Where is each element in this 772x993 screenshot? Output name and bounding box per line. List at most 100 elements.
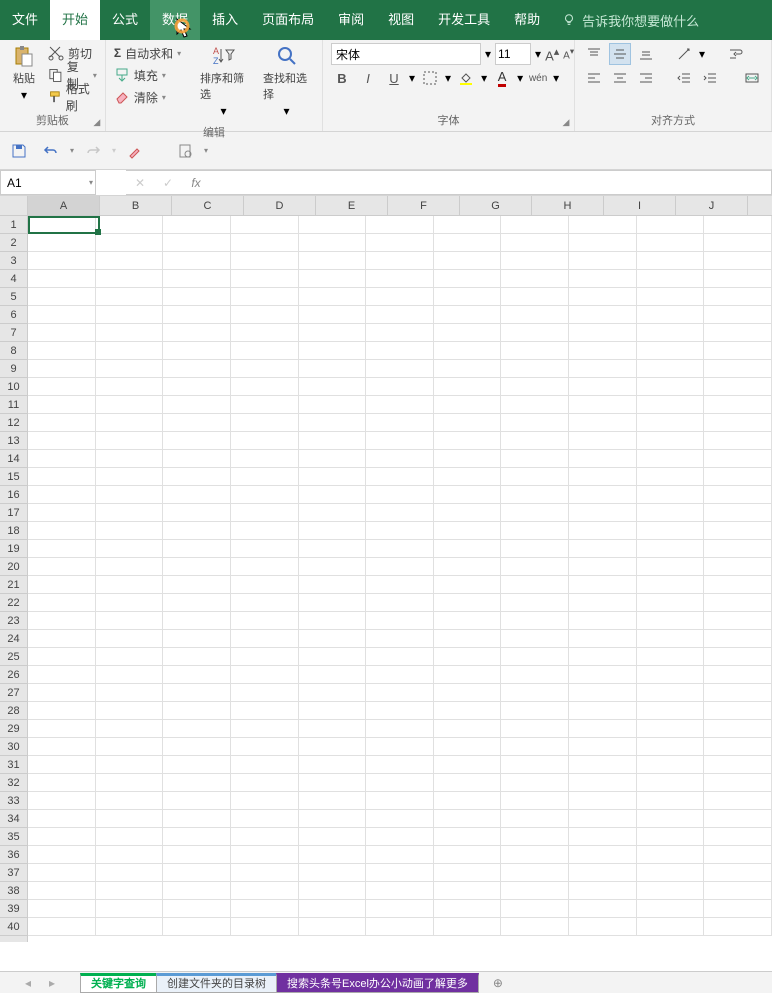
chevron-down-icon[interactable]: ▾ — [699, 47, 705, 61]
cell[interactable] — [366, 396, 434, 414]
cell[interactable] — [231, 756, 299, 774]
cell[interactable] — [704, 450, 772, 468]
cell[interactable] — [501, 306, 569, 324]
cell[interactable] — [231, 720, 299, 738]
cell[interactable] — [96, 396, 164, 414]
cell[interactable] — [434, 738, 502, 756]
cell[interactable] — [366, 216, 434, 234]
cell[interactable] — [163, 576, 231, 594]
cell[interactable] — [637, 864, 705, 882]
cell[interactable] — [501, 918, 569, 936]
cell[interactable] — [231, 306, 299, 324]
chevron-down-icon[interactable]: ▾ — [409, 71, 415, 85]
cell[interactable] — [299, 648, 367, 666]
cell[interactable] — [231, 810, 299, 828]
cell[interactable] — [434, 702, 502, 720]
cell[interactable] — [163, 360, 231, 378]
cell[interactable] — [96, 846, 164, 864]
align-center-button[interactable] — [609, 67, 631, 89]
cell[interactable] — [163, 270, 231, 288]
cell[interactable] — [96, 630, 164, 648]
cell[interactable] — [704, 414, 772, 432]
cell[interactable] — [231, 774, 299, 792]
cell[interactable] — [501, 378, 569, 396]
cell[interactable] — [366, 756, 434, 774]
format-painter-button[interactable]: 格式刷 — [44, 86, 101, 108]
row-header[interactable]: 23 — [0, 612, 27, 630]
cell[interactable] — [163, 900, 231, 918]
row-header[interactable]: 16 — [0, 486, 27, 504]
cell[interactable] — [231, 252, 299, 270]
cell[interactable] — [434, 684, 502, 702]
column-header[interactable]: H — [532, 196, 604, 215]
row-header[interactable]: 10 — [0, 378, 27, 396]
row-header[interactable]: 24 — [0, 630, 27, 648]
cell[interactable] — [96, 522, 164, 540]
fill-button[interactable]: 填充 ▾ — [110, 64, 192, 86]
phonetic-button[interactable]: wén — [527, 67, 549, 89]
italic-button[interactable]: I — [357, 67, 379, 89]
row-header[interactable]: 18 — [0, 522, 27, 540]
cell[interactable] — [434, 414, 502, 432]
cell[interactable] — [299, 666, 367, 684]
cell[interactable] — [569, 702, 637, 720]
cell[interactable] — [366, 882, 434, 900]
cell[interactable] — [163, 612, 231, 630]
cell[interactable] — [366, 900, 434, 918]
cell[interactable] — [637, 846, 705, 864]
font-size-select[interactable] — [495, 43, 531, 65]
cell[interactable] — [501, 540, 569, 558]
cell[interactable] — [501, 774, 569, 792]
cell[interactable] — [299, 486, 367, 504]
cell[interactable] — [28, 324, 96, 342]
cell[interactable] — [501, 252, 569, 270]
cell[interactable] — [434, 558, 502, 576]
cell[interactable] — [231, 216, 299, 234]
cell[interactable] — [569, 378, 637, 396]
cell[interactable] — [28, 306, 96, 324]
cell[interactable] — [366, 738, 434, 756]
cell[interactable] — [366, 432, 434, 450]
sheet-nav-next[interactable]: ▸ — [49, 976, 55, 990]
find-select-button[interactable]: 查找和选择 ▾ — [255, 42, 318, 120]
cell[interactable] — [704, 810, 772, 828]
cell[interactable] — [569, 216, 637, 234]
cell[interactable] — [299, 864, 367, 882]
cell[interactable] — [231, 738, 299, 756]
cell[interactable] — [704, 270, 772, 288]
cell[interactable] — [231, 486, 299, 504]
cell[interactable] — [28, 774, 96, 792]
increase-font-button[interactable]: A▴ — [545, 43, 559, 65]
cell[interactable] — [28, 504, 96, 522]
cell[interactable] — [366, 558, 434, 576]
cell[interactable] — [569, 234, 637, 252]
cell[interactable] — [163, 486, 231, 504]
cell[interactable] — [299, 522, 367, 540]
cell[interactable] — [569, 594, 637, 612]
cell[interactable] — [704, 918, 772, 936]
cell[interactable] — [637, 594, 705, 612]
cell[interactable] — [434, 468, 502, 486]
cell[interactable] — [163, 684, 231, 702]
cell[interactable] — [96, 270, 164, 288]
cell[interactable] — [637, 648, 705, 666]
cell[interactable] — [28, 252, 96, 270]
row-header[interactable]: 13 — [0, 432, 27, 450]
cell[interactable] — [231, 270, 299, 288]
save-button[interactable] — [6, 138, 32, 164]
cell[interactable] — [163, 810, 231, 828]
cell[interactable] — [569, 774, 637, 792]
autosum-button[interactable]: Σ 自动求和 ▾ — [110, 42, 192, 64]
cell[interactable] — [434, 900, 502, 918]
cell[interactable] — [299, 540, 367, 558]
cell[interactable] — [28, 648, 96, 666]
cell[interactable] — [434, 882, 502, 900]
cell[interactable] — [704, 828, 772, 846]
cell[interactable] — [704, 576, 772, 594]
font-color-button[interactable]: A — [491, 67, 513, 89]
cell[interactable] — [28, 270, 96, 288]
tab-data[interactable]: 数据 — [150, 0, 200, 40]
tab-review[interactable]: 审阅 — [326, 0, 376, 40]
cell[interactable] — [434, 306, 502, 324]
cell[interactable] — [163, 666, 231, 684]
